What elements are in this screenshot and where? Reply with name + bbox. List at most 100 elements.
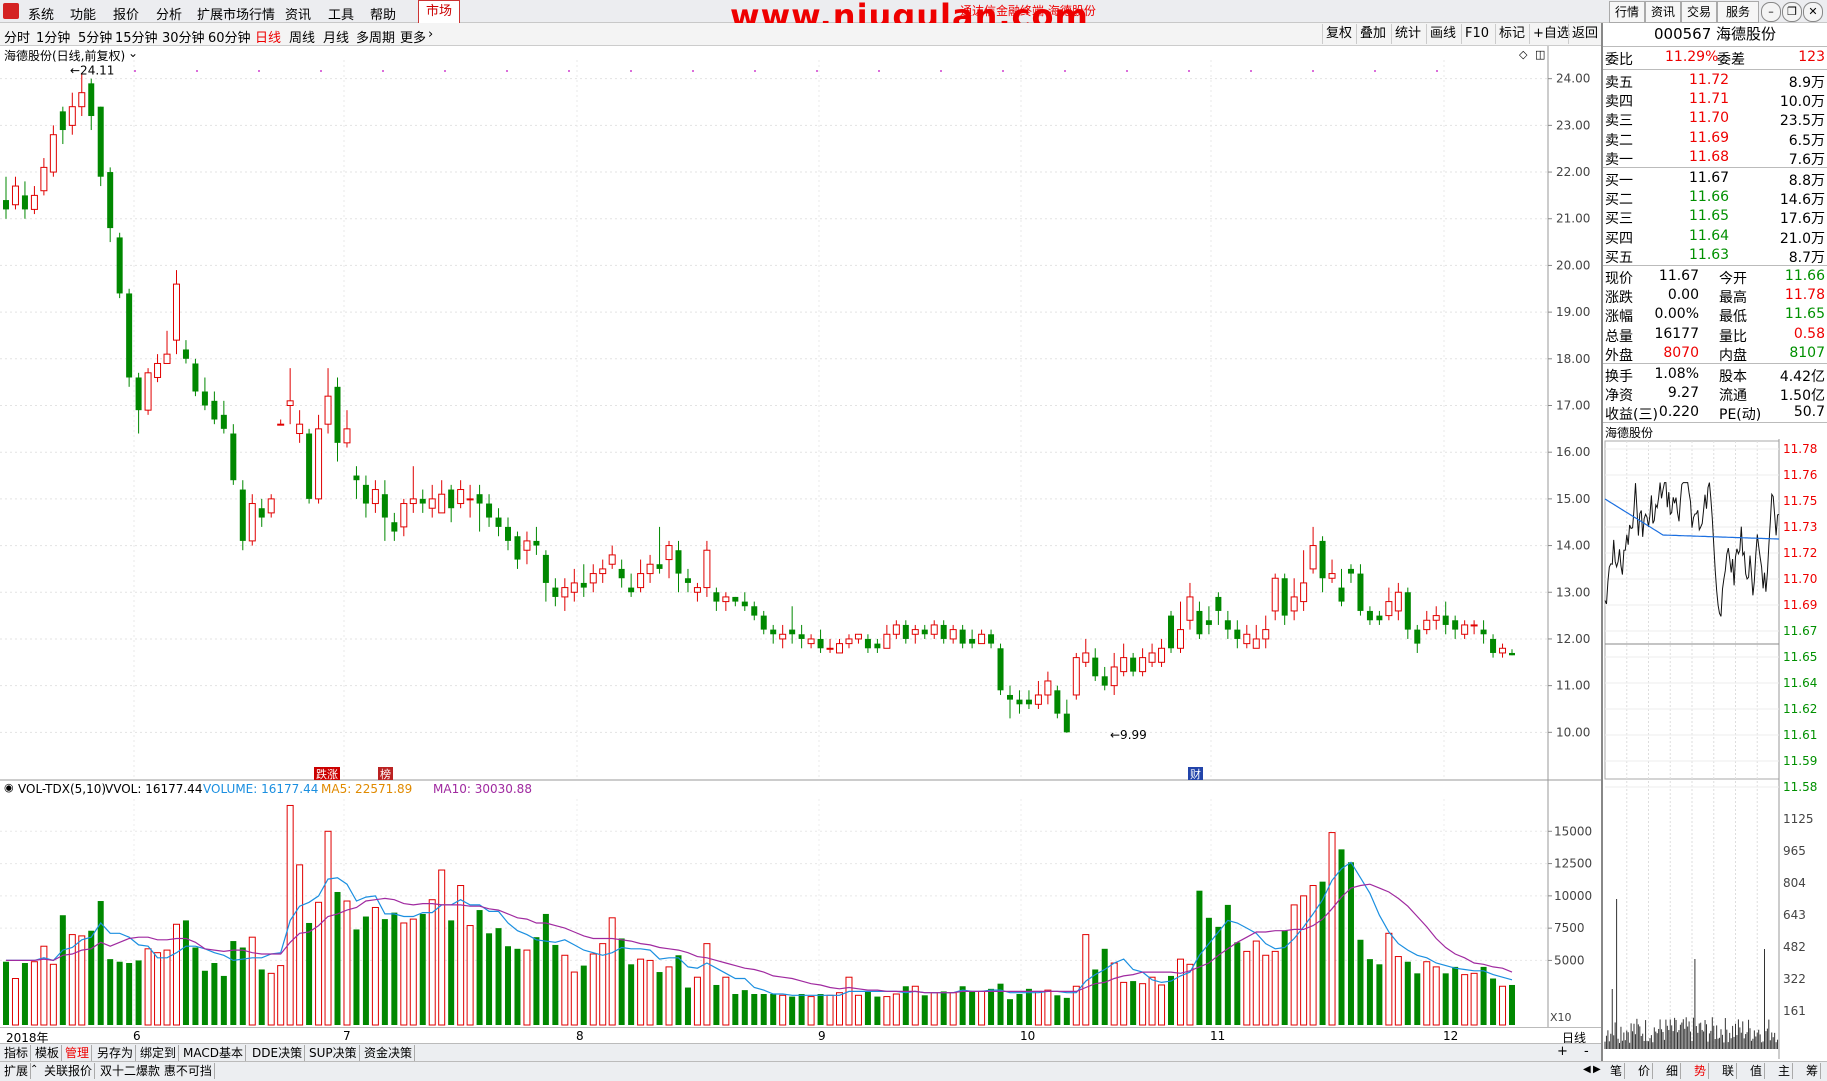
intraday-chart[interactable]: 11.78 11.76 11.75 11.73 11.72 11.70 11.69 11.67… [1603,439,1827,1059]
y-tick-label: 13.00 [1556,585,1590,599]
ask-row[interactable]: 卖四 11.71 10.0万 [1603,91,1827,110]
tool-button-draw[interactable]: 画线 [1426,24,1459,44]
chevron-up-icon[interactable]: ⌃ [30,1064,38,1075]
quote-price: 11.69 [1689,129,1730,146]
bid-row[interactable]: 买五 11.63 8.7万 [1603,247,1827,266]
top-button-quote[interactable]: 行情 [1609,1,1645,23]
tool-button-mark[interactable]: 标记 [1495,24,1528,44]
panel-toggle-icon[interactable]: ◫ [1535,48,1545,61]
bid-row[interactable]: 买三 11.65 17.6万 [1603,208,1827,227]
tab-fund[interactable]: 资金决策 [362,1045,416,1061]
period-tab-60min[interactable]: 60分钟 [208,27,251,46]
right-tab-detail[interactable]: 细 [1664,1063,1682,1079]
candle-body [1176,629,1184,649]
right-tab-link[interactable]: 联 [1720,1063,1738,1079]
chevron-right-icon[interactable]: ▶ [1593,1064,1601,1075]
right-tab-trend[interactable]: 势 [1692,1063,1710,1079]
volume-bar [1480,966,1487,1025]
market-button[interactable]: 市场 [418,0,460,24]
ask-row[interactable]: 卖三 11.70 23.5万 [1603,110,1827,129]
period-tab-5min[interactable]: 5分钟 [78,27,112,46]
tab-dde[interactable]: DDE决策 [250,1045,306,1061]
menu-item-function[interactable]: 功能 [70,4,96,23]
tab-save-as[interactable]: 另存为 [95,1045,137,1061]
minimize-icon[interactable]: – [1761,2,1781,22]
candle-body [1101,676,1108,686]
tool-button-add-favorite[interactable]: +自选 [1529,24,1573,44]
tab-indicator[interactable]: 指标 [2,1045,32,1061]
ask-row[interactable]: 卖五 11.72 8.9万 [1603,72,1827,91]
menu-item-analysis[interactable]: 分析 [156,4,182,23]
tab-related-quote[interactable]: 关联报价 [42,1063,96,1079]
candle-body [1423,619,1431,631]
volume-bar [864,991,871,1025]
menu-item-system[interactable]: 系统 [28,4,54,23]
tab-macd[interactable]: MACD基本 [181,1045,246,1061]
menu-item-quote[interactable]: 报价 [113,4,139,23]
period-tab-more[interactable]: 更多 [400,27,426,46]
candle-body [1148,652,1156,663]
tab-extend[interactable]: 扩展 [2,1063,32,1079]
period-tab-30min[interactable]: 30分钟 [162,27,205,46]
period-tab-multi[interactable]: 多周期 [356,27,395,46]
chevron-down-icon[interactable]: ⌄ [128,46,138,60]
restore-icon[interactable]: ❐ [1782,2,1802,22]
right-tab-main[interactable]: 主 [1776,1063,1794,1079]
event-dot [940,70,942,72]
tool-button-adjust[interactable]: 复权 [1322,24,1355,44]
candle-body [552,587,559,597]
period-tab-1min[interactable]: 1分钟 [36,27,70,46]
volume-bar [192,947,199,1025]
volume-bar [874,996,881,1025]
chevron-right-icon[interactable]: › [428,27,433,42]
period-tab-weekly[interactable]: 周线 [289,27,315,46]
period-tab-15min[interactable]: 15分钟 [115,27,158,46]
tab-sup[interactable]: SUP决策 [307,1045,360,1061]
period-tab-intraday[interactable]: 分时 [4,27,30,46]
menu-item-tools[interactable]: 工具 [328,4,354,23]
menu-item-news[interactable]: 资讯 [285,4,311,23]
minus-icon[interactable]: - [1584,1044,1589,1059]
candle-body [693,587,701,593]
event-dot [1250,70,1252,72]
tab-promo[interactable]: 双十二爆款 惠不可挡 [98,1063,215,1079]
y-tick-label: 19.00 [1556,305,1590,319]
period-tab-monthly[interactable]: 月线 [323,27,349,46]
bid-row[interactable]: 买四 11.64 21.0万 [1603,228,1827,247]
tool-button-overlay[interactable]: 叠加 [1356,24,1389,44]
tab-manage[interactable]: 管理 [63,1045,93,1061]
date-label: 12 [1443,1029,1459,1043]
tool-button-stats[interactable]: 统计 [1391,24,1424,44]
candle-body [1385,601,1393,617]
bid-row[interactable]: 买二 11.66 14.6万 [1603,189,1827,208]
top-button-trade[interactable]: 交易 [1681,1,1717,23]
top-button-service[interactable]: 服务 [1717,1,1759,23]
close-icon[interactable]: ✕ [1803,2,1823,22]
right-tab-value[interactable]: 值 [1748,1063,1766,1079]
right-tab-chips[interactable]: 筹 [1804,1063,1822,1079]
tab-template[interactable]: 模板 [33,1045,63,1061]
ask-row[interactable]: 卖二 11.69 6.5万 [1603,130,1827,149]
tool-button-back[interactable]: 返回 [1568,24,1601,44]
main-price-chart[interactable]: 24.00 23.00 22.00 21.00 20.00 19.00 18.00 17.00… [0,46,1601,781]
menu-item-help[interactable]: 帮助 [370,4,396,23]
right-tab-trades[interactable]: 笔 [1608,1063,1626,1079]
ask-row[interactable]: 卖一 11.68 7.6万 [1603,149,1827,168]
volume-chart[interactable]: 15000 12500 10000 7500 5000 X10 ◉ VOL-TDX(5,1… [0,781,1601,1027]
period-tab-daily[interactable]: 日线 [255,27,281,46]
bid-row[interactable]: 买一 11.67 8.8万 [1603,170,1827,189]
candle-body [409,498,417,505]
tool-button-f10[interactable]: F10 [1461,24,1492,44]
chevron-left-icon[interactable]: ◀ [1583,1064,1591,1075]
candle-body [428,498,436,509]
tab-bind[interactable]: 绑定到 [138,1045,180,1061]
intraday-vol-tick: 965 [1783,844,1806,858]
top-button-news[interactable]: 资讯 [1645,1,1681,23]
diamond-icon[interactable]: ◇ [1519,48,1527,61]
quote-price: 11.65 [1689,208,1730,225]
candle-body [1470,624,1478,627]
settings-circle-icon[interactable]: ◉ [4,781,14,794]
plus-icon[interactable]: + [1557,1044,1568,1059]
menu-item-ext-market[interactable]: 扩展市场行情 [197,4,275,23]
right-tab-price[interactable]: 价 [1636,1063,1654,1079]
